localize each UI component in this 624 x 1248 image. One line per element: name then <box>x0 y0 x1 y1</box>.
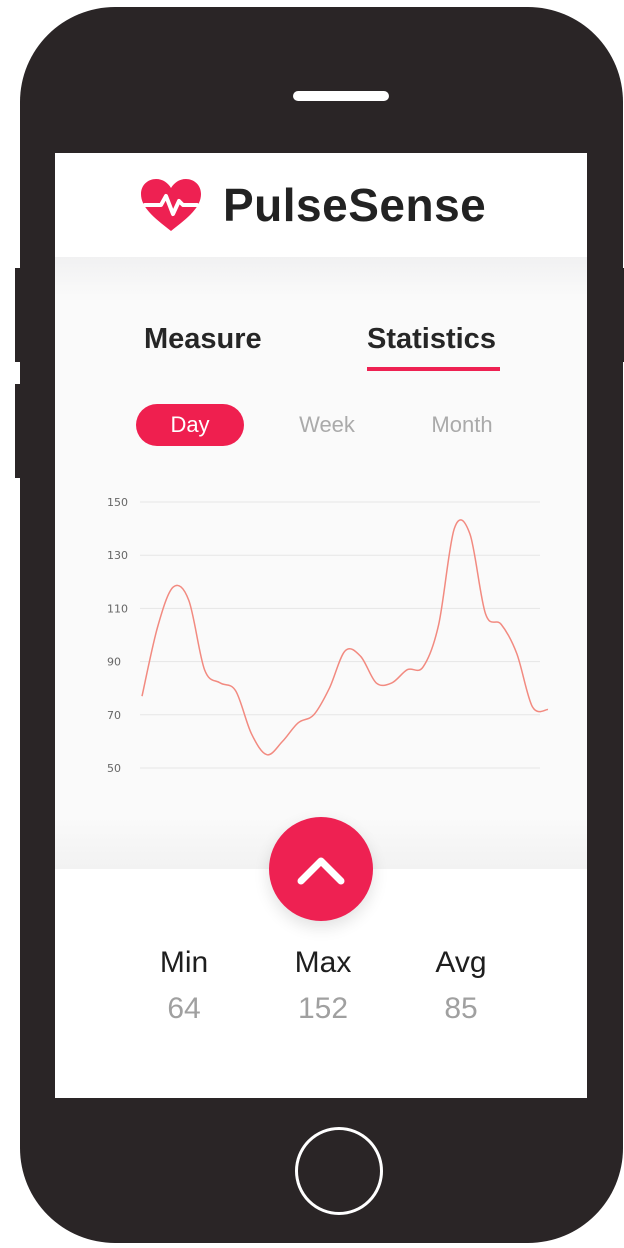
chevron-up-icon <box>297 857 345 885</box>
min-value: 64 <box>167 992 201 1025</box>
y-tick-label: 150 <box>107 496 128 509</box>
summary-max: Max 152 <box>253 943 393 1029</box>
y-tick-label: 70 <box>107 709 121 722</box>
active-tab-indicator <box>367 367 500 371</box>
max-value: 152 <box>297 992 349 1025</box>
y-tick-label: 110 <box>107 602 128 615</box>
avg-value: 85 <box>444 992 478 1025</box>
period-month-button[interactable]: Month <box>412 404 512 446</box>
y-tick-label: 50 <box>107 762 121 775</box>
speaker-grille <box>293 91 389 101</box>
max-label: Max <box>294 946 352 979</box>
app-screen: PulseSense Measure Statistics Day Week M… <box>55 153 587 1098</box>
heart-rate-chart: 150 130 110 90 70 50 <box>107 496 549 775</box>
summary-min: Min 64 <box>114 943 254 1029</box>
min-label: Min <box>159 946 209 979</box>
period-day-button[interactable]: Day <box>136 404 244 446</box>
tab-measure[interactable]: Measure <box>144 321 262 357</box>
tab-statistics[interactable]: Statistics <box>367 321 496 357</box>
period-week-button[interactable]: Week <box>277 404 377 446</box>
volume-button <box>15 384 23 478</box>
summary-avg: Avg 85 <box>391 943 531 1029</box>
y-tick-label: 130 <box>107 549 128 562</box>
heart-pulse-icon <box>141 179 201 231</box>
avg-label: Avg <box>435 946 487 979</box>
silent-switch <box>15 268 23 362</box>
power-button <box>616 268 624 362</box>
y-tick-label: 90 <box>107 656 121 669</box>
app-header: PulseSense <box>55 153 587 257</box>
expand-button[interactable] <box>269 817 373 921</box>
app-title: PulseSense <box>223 179 487 231</box>
home-button[interactable] <box>295 1127 383 1215</box>
